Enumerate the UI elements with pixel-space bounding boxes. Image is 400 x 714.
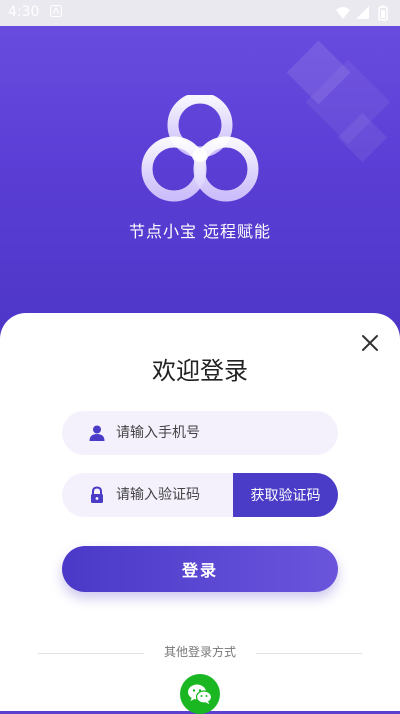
status-icons (336, 5, 388, 21)
divider-right (256, 653, 362, 654)
login-button[interactable]: 登录 (62, 546, 338, 592)
wechat-icon (188, 684, 213, 704)
login-title: 欢迎登录 (152, 357, 248, 385)
phone-field (62, 411, 338, 455)
user-icon (89, 425, 105, 441)
verification-code-input[interactable] (116, 473, 231, 517)
other-login-methods-label: 其他登录方式 (163, 645, 236, 659)
get-code-button[interactable]: 获取验证码 (233, 473, 338, 517)
app-logo-icon (141, 95, 259, 202)
status-bar: 4:30 (0, 0, 400, 26)
app-notification-icon (50, 5, 62, 17)
wechat-login-button[interactable] (180, 674, 220, 714)
hero-banner: 节点小宝 远程赋能 (0, 0, 400, 340)
signal-icon (356, 6, 369, 19)
wifi-icon (336, 7, 350, 19)
phone-input[interactable] (116, 411, 316, 455)
lock-icon (91, 486, 103, 503)
app-slogan: 节点小宝 远程赋能 (128, 222, 272, 241)
status-time: 4:30 (8, 4, 40, 20)
battery-icon (378, 5, 388, 21)
